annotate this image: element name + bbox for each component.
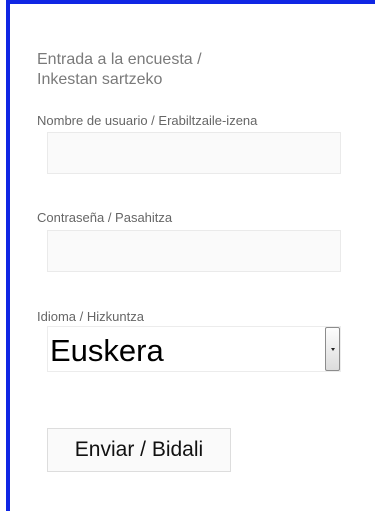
language-label: Idioma / Hizkuntza <box>37 309 144 324</box>
username-label: Nombre de usuario / Erabiltzaile-izena <box>37 113 258 128</box>
chevron-down-icon <box>330 347 335 351</box>
password-label: Contraseña / Pasahitza <box>37 210 173 225</box>
password-input[interactable] <box>47 230 341 272</box>
form-title-line-2: Inkestan sartzeko <box>37 71 163 88</box>
language-select-value: Euskera <box>50 333 164 368</box>
language-select[interactable]: Euskera <box>47 326 341 372</box>
form-title: Entrada a la encuesta / Inkestan sartzek… <box>37 50 337 90</box>
username-input[interactable] <box>47 132 341 174</box>
submit-button[interactable]: Enviar / Bidali <box>47 428 231 472</box>
select-dropdown-button[interactable] <box>325 327 340 371</box>
form-title-line-1: Entrada a la encuesta / <box>37 51 202 68</box>
